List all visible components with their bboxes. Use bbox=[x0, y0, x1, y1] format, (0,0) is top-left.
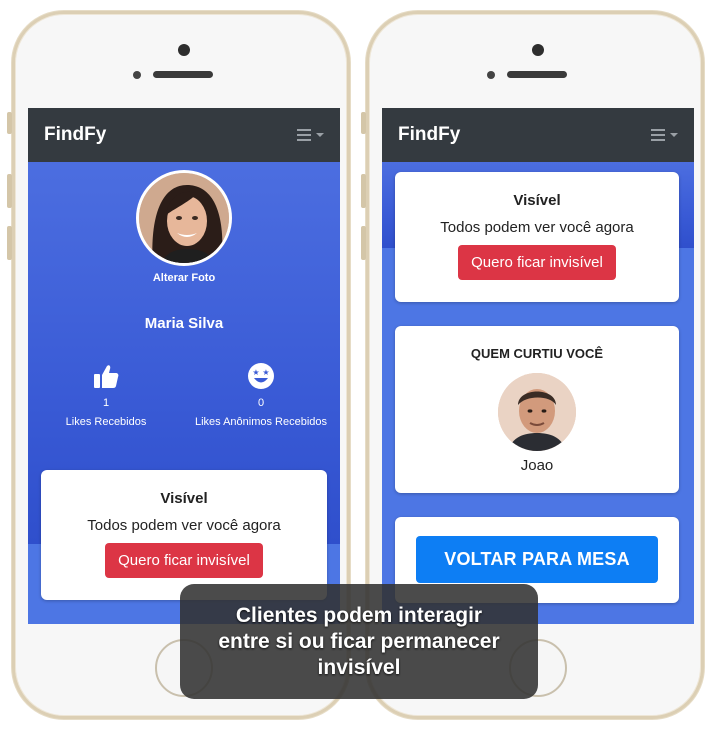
visibility-title: Visível bbox=[160, 490, 208, 507]
likes-card: QUEM CURTIU VOCÊ Joao bbox=[395, 326, 679, 493]
star-eyes-smiley-icon: ★ ★ bbox=[248, 363, 274, 389]
earpiece-speaker bbox=[507, 71, 567, 78]
likes-label: Likes Recebidos bbox=[65, 416, 147, 428]
go-invisible-button[interactable]: Quero ficar invisível bbox=[458, 245, 616, 280]
visibility-card: Visível Todos podem ver você agora Quero… bbox=[395, 172, 679, 302]
profile-screen: FindFy Alterar Foto Maria Silva 1 Likes … bbox=[28, 108, 340, 624]
hamburger-icon bbox=[651, 129, 665, 141]
proximity-sensor bbox=[133, 71, 141, 79]
go-invisible-button[interactable]: Quero ficar invisível bbox=[105, 543, 263, 578]
thumbs-up-icon bbox=[94, 365, 119, 388]
caret-down-icon bbox=[670, 133, 678, 137]
menu-toggle[interactable] bbox=[651, 129, 678, 141]
avatar-portrait-man bbox=[498, 373, 576, 451]
visibility-card: Visível Todos podem ver você agora Quero… bbox=[41, 470, 327, 600]
navbar: FindFy bbox=[28, 108, 340, 162]
brand-logo[interactable]: FindFy bbox=[398, 124, 460, 146]
avatar[interactable] bbox=[136, 170, 232, 266]
hamburger-icon bbox=[297, 129, 311, 141]
visibility-text: Todos podem ver você agora bbox=[87, 517, 281, 534]
caption-overlay: Clientes podem interagir entre si ou fic… bbox=[180, 584, 538, 699]
mute-switch bbox=[361, 112, 366, 134]
liker-avatar[interactable] bbox=[498, 373, 576, 451]
likes-count: 1 bbox=[102, 397, 110, 409]
back-to-table-button[interactable]: VOLTAR PARA MESA bbox=[416, 536, 658, 583]
brand-logo[interactable]: FindFy bbox=[44, 124, 106, 146]
earpiece-speaker bbox=[153, 71, 213, 78]
volume-down-button bbox=[361, 226, 366, 260]
likes-title: QUEM CURTIU VOCÊ bbox=[470, 346, 604, 361]
caption-text: Clientes podem interagir entre si ou fic… bbox=[218, 603, 500, 679]
likes-screen: FindFy Visível Todos podem ver você agor… bbox=[382, 108, 694, 624]
liker-name: Joao bbox=[520, 457, 554, 474]
menu-toggle[interactable] bbox=[297, 129, 324, 141]
caret-down-icon bbox=[316, 133, 324, 137]
visibility-text: Todos podem ver você agora bbox=[440, 219, 634, 236]
stat-anonymous-likes: ★ ★ 0 Likes Anônimos Recebidos bbox=[186, 362, 336, 429]
stat-likes-received: 1 Likes Recebidos bbox=[31, 362, 181, 429]
front-camera bbox=[532, 44, 544, 56]
volume-up-button bbox=[361, 174, 366, 208]
front-camera bbox=[178, 44, 190, 56]
visibility-title: Visível bbox=[513, 192, 561, 209]
volume-up-button bbox=[7, 174, 12, 208]
anonymous-likes-label: Likes Anônimos Recebidos bbox=[194, 416, 328, 428]
anonymous-likes-count: 0 bbox=[257, 397, 265, 409]
proximity-sensor bbox=[487, 71, 495, 79]
navbar: FindFy bbox=[382, 108, 694, 162]
svg-text:★: ★ bbox=[252, 368, 259, 377]
volume-down-button bbox=[7, 226, 12, 260]
change-photo-link[interactable]: Alterar Foto bbox=[28, 272, 340, 284]
svg-text:★: ★ bbox=[262, 368, 269, 377]
user-name: Maria Silva bbox=[144, 315, 224, 332]
mute-switch bbox=[7, 112, 12, 134]
